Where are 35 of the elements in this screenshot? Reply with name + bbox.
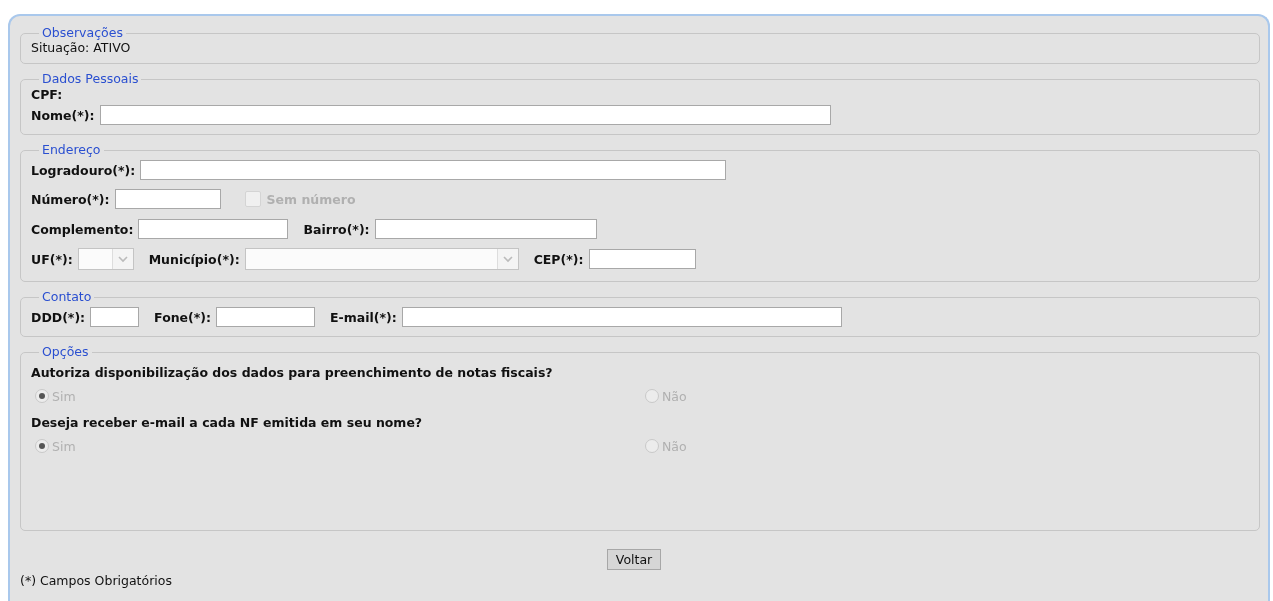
field-label: Número(*): — [31, 191, 110, 207]
field-label: UF(*): — [31, 251, 73, 267]
input-field[interactable] — [216, 307, 316, 327]
field-label: Bairro(*): — [303, 221, 370, 237]
field-label: CEP(*): — [533, 251, 584, 267]
field-label: DDD(*): — [31, 309, 86, 325]
input-field[interactable] — [90, 307, 140, 327]
section-legend: Contato — [39, 290, 95, 304]
dropdown[interactable] — [77, 248, 134, 270]
field-label: Complemento: — [31, 221, 134, 237]
field-label: Fone(*): — [154, 309, 212, 325]
field-label: CPF: — [31, 86, 63, 102]
input-field[interactable] — [374, 219, 597, 239]
caret-icon — [502, 255, 513, 263]
question-text: Deseja receber e-mail a cada NF emitida em seu nome? — [31, 414, 423, 430]
section-legend: Observações — [39, 26, 126, 40]
section-legend: Endereço — [39, 143, 104, 157]
field-label: Município(*): — [148, 251, 240, 267]
section-legend: Dados Pessoais — [39, 72, 142, 86]
input-field[interactable] — [401, 307, 842, 327]
question-text: Autoriza disponibilização dos dados para preenchimento de notas fiscais? — [31, 364, 553, 380]
field-label: Nome(*): — [31, 107, 95, 123]
input-field[interactable] — [140, 160, 727, 180]
section-legend: Opções — [39, 345, 92, 359]
dropdown[interactable] — [244, 248, 519, 270]
input-field[interactable] — [114, 189, 221, 209]
field-label: E-mail(*): — [330, 309, 397, 325]
input-field[interactable] — [99, 105, 831, 125]
caret-icon — [117, 255, 128, 263]
back-button[interactable]: Voltar — [606, 549, 662, 570]
input-field[interactable] — [588, 249, 696, 269]
required-note: (*) Campos Obrigatórios — [20, 573, 173, 588]
field-label: Logradouro(*): — [31, 162, 136, 178]
input-field[interactable] — [138, 219, 289, 239]
status-text: Situação: ATIVO — [31, 40, 131, 55]
